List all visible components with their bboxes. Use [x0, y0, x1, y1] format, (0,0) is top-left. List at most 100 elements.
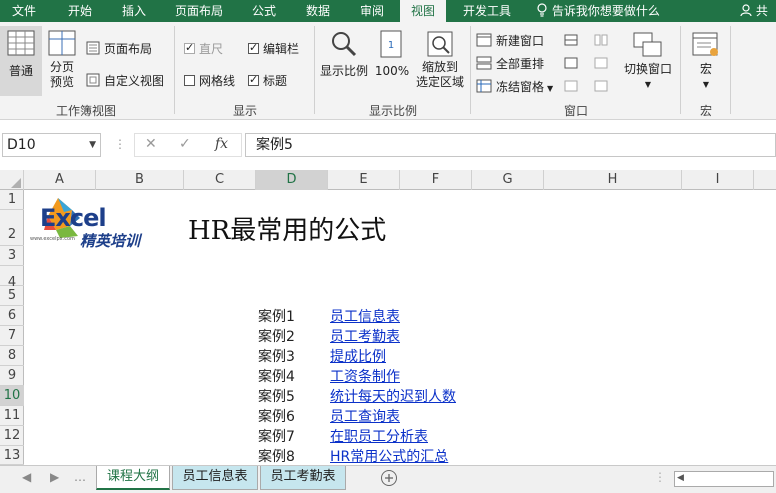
case-link[interactable]: 在职员工分析表 [330, 426, 428, 446]
name-box-value: D10 [7, 137, 36, 153]
enter-icon[interactable]: ✓ [179, 136, 191, 152]
reset-window-icon[interactable] [594, 80, 608, 95]
magnifier-icon [330, 30, 358, 58]
cancel-icon[interactable]: ✕ [145, 136, 157, 152]
sheet-tab-employee-info[interactable]: 员工信息表 [172, 466, 258, 490]
chevron-down-icon[interactable]: ▼ [89, 134, 96, 156]
arrange-all-button[interactable]: 全部重排 [476, 55, 544, 72]
sync-scroll-icon[interactable] [594, 57, 608, 72]
case-link[interactable]: 员工信息表 [330, 306, 400, 326]
headings-checkbox[interactable]: 标题 [248, 72, 287, 89]
case-link[interactable]: 提成比例 [330, 346, 386, 366]
tab-formulas[interactable]: 公式 [240, 0, 288, 22]
case-label: 案例1 [258, 309, 295, 325]
scroll-right-icon[interactable]: ▶ [50, 470, 59, 484]
case-link[interactable]: 员工考勤表 [330, 326, 400, 346]
ruler-label: 直尺 [199, 42, 224, 56]
lightbulb-icon [536, 3, 552, 18]
zoom-100-label: 100% [374, 64, 410, 78]
group-label-zoom: 显示比例 [368, 104, 417, 118]
tab-developer[interactable]: 开发工具 [452, 0, 522, 22]
freeze-panes-button[interactable]: 冻结窗格 ▼ [476, 78, 553, 95]
row-header[interactable]: 1 [0, 190, 24, 210]
case-label: 案例2 [258, 329, 295, 345]
tab-page-layout[interactable]: 页面布局 [166, 0, 232, 22]
zoom-button[interactable]: 显示比例 [318, 26, 370, 96]
zoom-100-button[interactable]: 1 100% [374, 26, 410, 96]
tab-insert[interactable]: 插入 [110, 0, 158, 22]
split-icon[interactable] [564, 34, 578, 49]
row-header[interactable]: 5 [0, 286, 24, 306]
tell-me-box[interactable]: 告诉我你想要做什么 [536, 0, 660, 22]
column-header[interactable]: B [96, 170, 184, 190]
page-break-preview-button[interactable]: 分页 预览 [44, 26, 80, 96]
column-header[interactable]: A [24, 170, 96, 190]
row-header[interactable]: 3 [0, 246, 24, 266]
formula-bar-check-icon [248, 41, 259, 54]
share-label: 共 [755, 4, 768, 18]
column-header[interactable]: E [328, 170, 400, 190]
new-window-icon [476, 33, 496, 48]
formula-input[interactable]: 案例5 [245, 133, 776, 157]
tab-file[interactable]: 文件 [0, 0, 48, 22]
tab-data[interactable]: 数据 [294, 0, 342, 22]
tab-view[interactable]: 视图 [400, 0, 446, 22]
tab-review[interactable]: 审阅 [348, 0, 396, 22]
insert-function-icon[interactable]: fx [215, 136, 228, 152]
column-header-selected[interactable]: D [256, 170, 328, 190]
row-header[interactable]: 9 [0, 366, 24, 386]
tab-home[interactable]: 开始 [56, 0, 104, 22]
row-header-selected[interactable]: 10 [0, 386, 24, 406]
case-link[interactable]: HR常用公式的汇总 [330, 446, 448, 465]
row-header[interactable]: 8 [0, 346, 24, 366]
view-side-by-side-icon[interactable] [594, 34, 608, 49]
worksheet-grid[interactable]: Excel 精英培训 www.excelpx.com HR最常用的公式 案例1 … [24, 190, 776, 465]
case-link[interactable]: 统计每天的迟到人数 [330, 386, 456, 406]
row-header[interactable]: 13 [0, 446, 24, 465]
share-button[interactable]: 共 [740, 0, 768, 22]
scroll-left-arrow-icon[interactable]: ◀ [677, 473, 684, 483]
group-separator [314, 26, 315, 114]
column-header[interactable]: F [400, 170, 472, 190]
row-header[interactable]: 6 [0, 306, 24, 326]
normal-view-button[interactable]: 普通 [0, 26, 42, 96]
row-header[interactable]: 2 [0, 210, 24, 246]
page-layout-view-button[interactable]: 页面布局 [86, 40, 152, 57]
zoom-selection-label: 缩放到 选定区域 [415, 60, 464, 89]
sheet-tab-outline[interactable]: 课程大纲 [96, 466, 170, 490]
zoom-to-selection-button[interactable]: 缩放到 选定区域 [414, 26, 466, 96]
more-options-icon[interactable]: ⋮ [654, 470, 666, 484]
gridlines-checkbox[interactable]: 网格线 [184, 72, 235, 89]
headings-label: 标题 [263, 74, 288, 88]
hide-window-icon[interactable] [564, 57, 578, 72]
column-header[interactable]: H [544, 170, 682, 190]
select-all-corner[interactable] [0, 170, 24, 190]
custom-views-button[interactable]: 自定义视图 [86, 72, 164, 89]
case-link[interactable]: 工资条制作 [330, 366, 400, 386]
row-header[interactable]: 4 [0, 266, 24, 290]
more-sheets-icon[interactable]: … [74, 470, 86, 484]
row-headers: 1 2 3 4 5 6 7 8 9 10 11 12 13 [0, 190, 24, 465]
zoom-selection-icon [426, 30, 454, 58]
more-options-icon[interactable]: ⋮ [114, 137, 126, 151]
ruler-checkbox[interactable]: 直尺 [184, 40, 223, 57]
name-box[interactable]: D10 ▼ [2, 133, 101, 157]
row-header[interactable]: 12 [0, 426, 24, 446]
column-header[interactable]: I [682, 170, 754, 190]
case-link[interactable]: 员工查询表 [330, 406, 400, 426]
unhide-window-icon[interactable] [564, 80, 578, 95]
horizontal-scrollbar[interactable]: ◀ [674, 471, 774, 487]
new-window-button[interactable]: 新建窗口 [476, 32, 544, 49]
scroll-left-icon[interactable]: ◀ [22, 470, 31, 484]
row-header[interactable]: 11 [0, 406, 24, 426]
column-header[interactable]: G [472, 170, 544, 190]
sheet-tab-attendance[interactable]: 员工考勤表 [260, 466, 346, 490]
formula-bar-checkbox[interactable]: 编辑栏 [248, 40, 299, 57]
macros-button[interactable]: 宏 ▼ [686, 26, 726, 96]
add-sheet-button[interactable] [380, 469, 398, 490]
switch-windows-icon [633, 32, 663, 58]
row-header[interactable]: 7 [0, 326, 24, 346]
macro-icon [692, 32, 720, 58]
column-header[interactable]: C [184, 170, 256, 190]
switch-windows-button[interactable]: 切换窗口 ▼ [620, 26, 676, 96]
